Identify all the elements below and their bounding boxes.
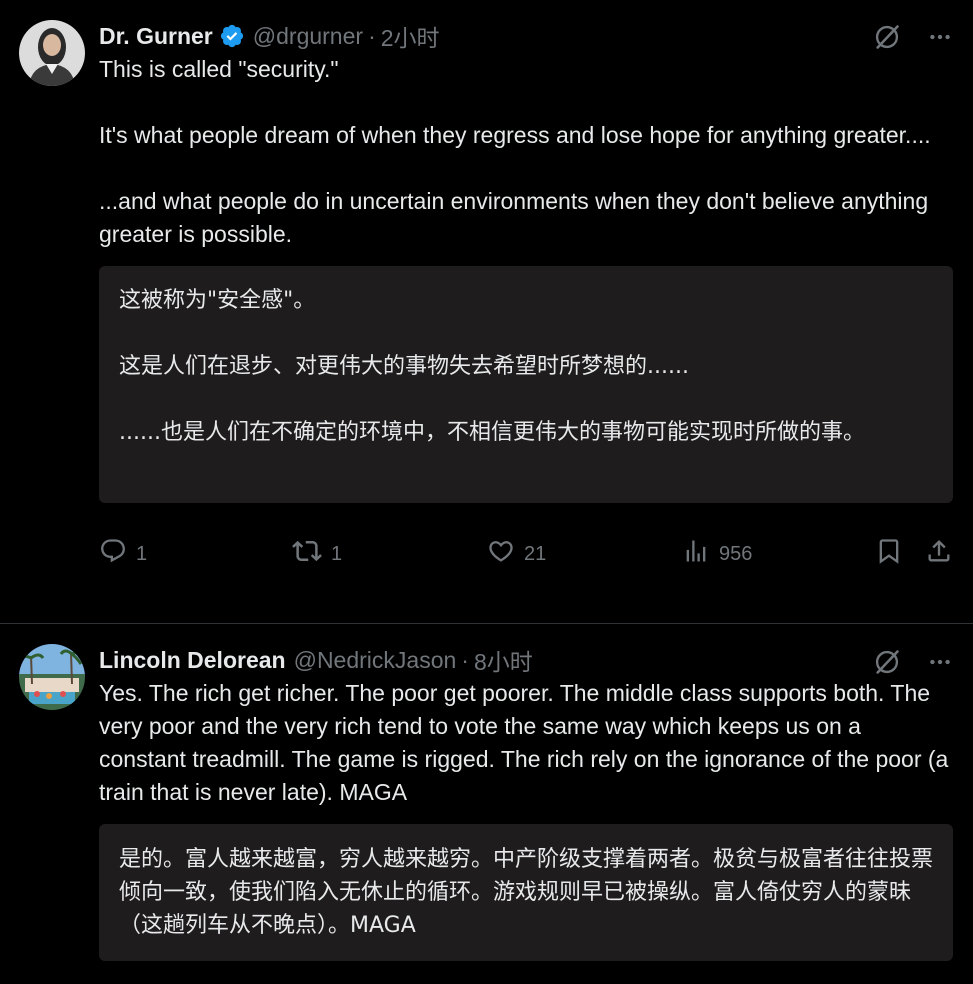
tweet-header: Lincoln Delorean @NedrickJason · 8小时 <box>99 643 953 677</box>
separator: · <box>368 22 376 49</box>
share-button[interactable] <box>925 537 953 571</box>
display-name[interactable]: Dr. Gurner <box>99 23 213 50</box>
retweet-button[interactable]: 1 <box>292 537 342 571</box>
grok-icon[interactable] <box>873 648 901 676</box>
more-icon[interactable] <box>927 24 953 50</box>
retweet-count: 1 <box>331 542 343 565</box>
user-handle[interactable]: @NedrickJason <box>294 647 457 674</box>
tweet-content: Dr. Gurner @drgurner · 2小时 This is calle… <box>99 20 953 623</box>
translation-box: 这被称为"安全感"。 这是人们在退步、对更伟大的事物失去希望时所梦想的.....… <box>99 266 953 503</box>
tweet[interactable]: Lincoln Delorean @NedrickJason · 8小时 Yes… <box>0 624 973 984</box>
views-count: 956 <box>719 542 753 565</box>
avatar-column <box>19 644 99 984</box>
action-bar: 1 1 21 956 <box>99 537 953 571</box>
reply-icon <box>99 537 127 571</box>
display-name[interactable]: Lincoln Delorean <box>99 647 286 674</box>
avatar-image <box>19 20 85 86</box>
tweet-text: This is called "security." It's what peo… <box>99 56 931 247</box>
translation-box: 是的。富人越来越富，穷人越来越穷。中产阶级支撑着两者。极贫与极富者往往投票倾向一… <box>99 824 953 961</box>
avatar[interactable] <box>19 644 85 710</box>
tweet-header: Dr. Gurner @drgurner · 2小时 <box>99 19 953 53</box>
grok-icon[interactable] <box>873 23 901 51</box>
reply-button[interactable]: 1 <box>99 537 147 571</box>
avatar-image <box>19 644 85 710</box>
user-handle[interactable]: @drgurner <box>253 23 363 50</box>
avatar-column <box>19 20 99 623</box>
more-icon[interactable] <box>927 649 953 675</box>
separator: · <box>461 646 469 673</box>
tweet-text: Yes. The rich get richer. The poor get p… <box>99 680 955 805</box>
share-icon <box>925 537 953 571</box>
verified-badge-icon <box>219 23 245 49</box>
bookmark-icon <box>875 537 903 571</box>
views-icon <box>682 537 710 571</box>
reply-count: 1 <box>136 542 148 565</box>
retweet-icon <box>292 536 322 572</box>
like-icon <box>487 537 515 571</box>
tweet[interactable]: Dr. Gurner @drgurner · 2小时 This is calle… <box>0 0 973 624</box>
like-button[interactable]: 21 <box>487 537 546 571</box>
tweet-content: Lincoln Delorean @NedrickJason · 8小时 Yes… <box>99 644 953 984</box>
tweet-header-actions <box>873 20 953 54</box>
bookmark-button[interactable] <box>875 537 903 571</box>
tweet-header-actions <box>873 645 953 679</box>
timestamp[interactable]: 8小时 <box>474 643 533 677</box>
avatar[interactable] <box>19 20 85 86</box>
timestamp[interactable]: 2小时 <box>381 19 440 53</box>
views-button[interactable]: 956 <box>682 537 752 571</box>
like-count: 21 <box>524 542 547 565</box>
